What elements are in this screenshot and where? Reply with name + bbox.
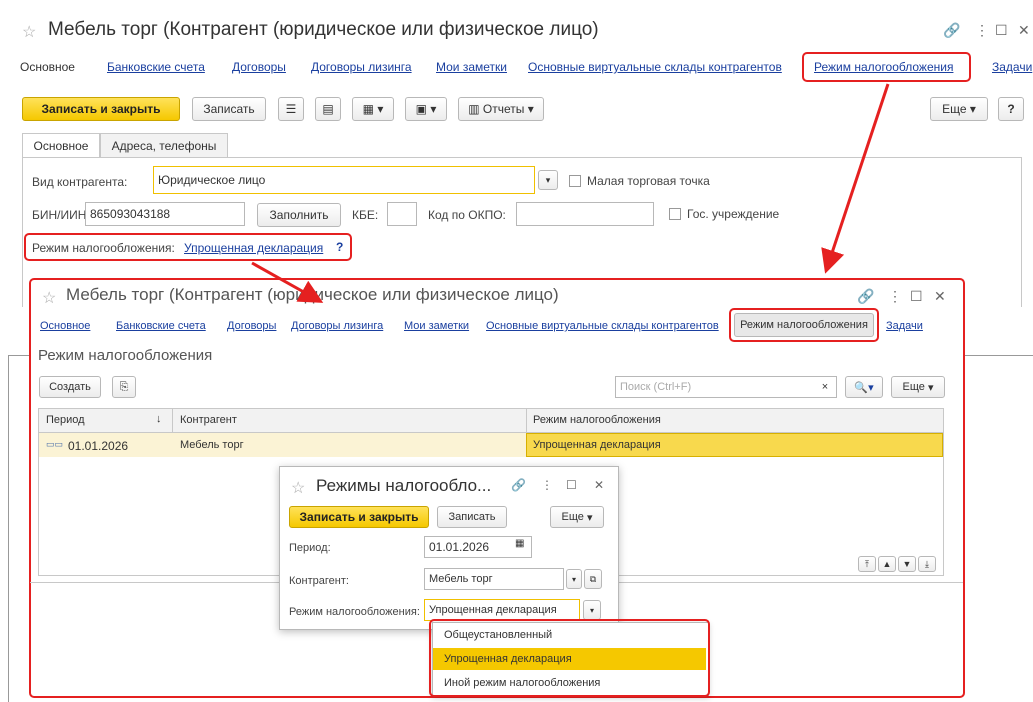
annotation-arrows [251,83,890,303]
arrow-to-second-title [251,261,324,303]
arrow-to-second-window [821,83,890,274]
